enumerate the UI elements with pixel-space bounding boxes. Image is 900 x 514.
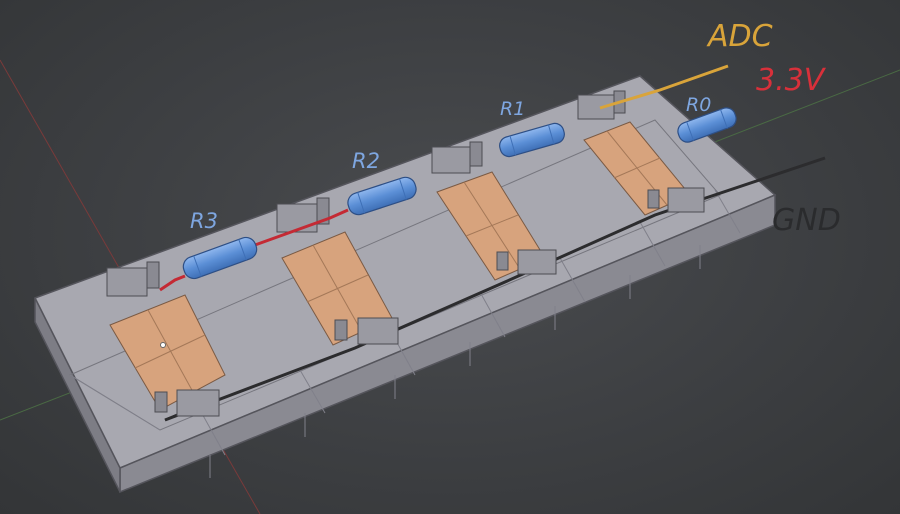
label-r3: R3 (190, 209, 218, 233)
clip-front-1 (154, 389, 220, 417)
clip-front-2 (334, 317, 399, 345)
label-r2: R2 (352, 149, 380, 173)
circuit-model-scene: ADC 3.3V GND R0 R1 R2 R3 (0, 19, 900, 514)
3d-viewport[interactable]: ADC 3.3V GND R0 R1 R2 R3 (0, 0, 900, 514)
origin-marker (160, 342, 166, 348)
label-3v3: 3.3V (756, 63, 827, 98)
label-r1: R1 (500, 98, 525, 120)
label-gnd: GND (772, 203, 841, 238)
clip-front-4 (647, 187, 705, 213)
label-adc: ADC (706, 19, 773, 54)
clip-front-3 (496, 249, 557, 275)
label-r0: R0 (686, 94, 711, 116)
